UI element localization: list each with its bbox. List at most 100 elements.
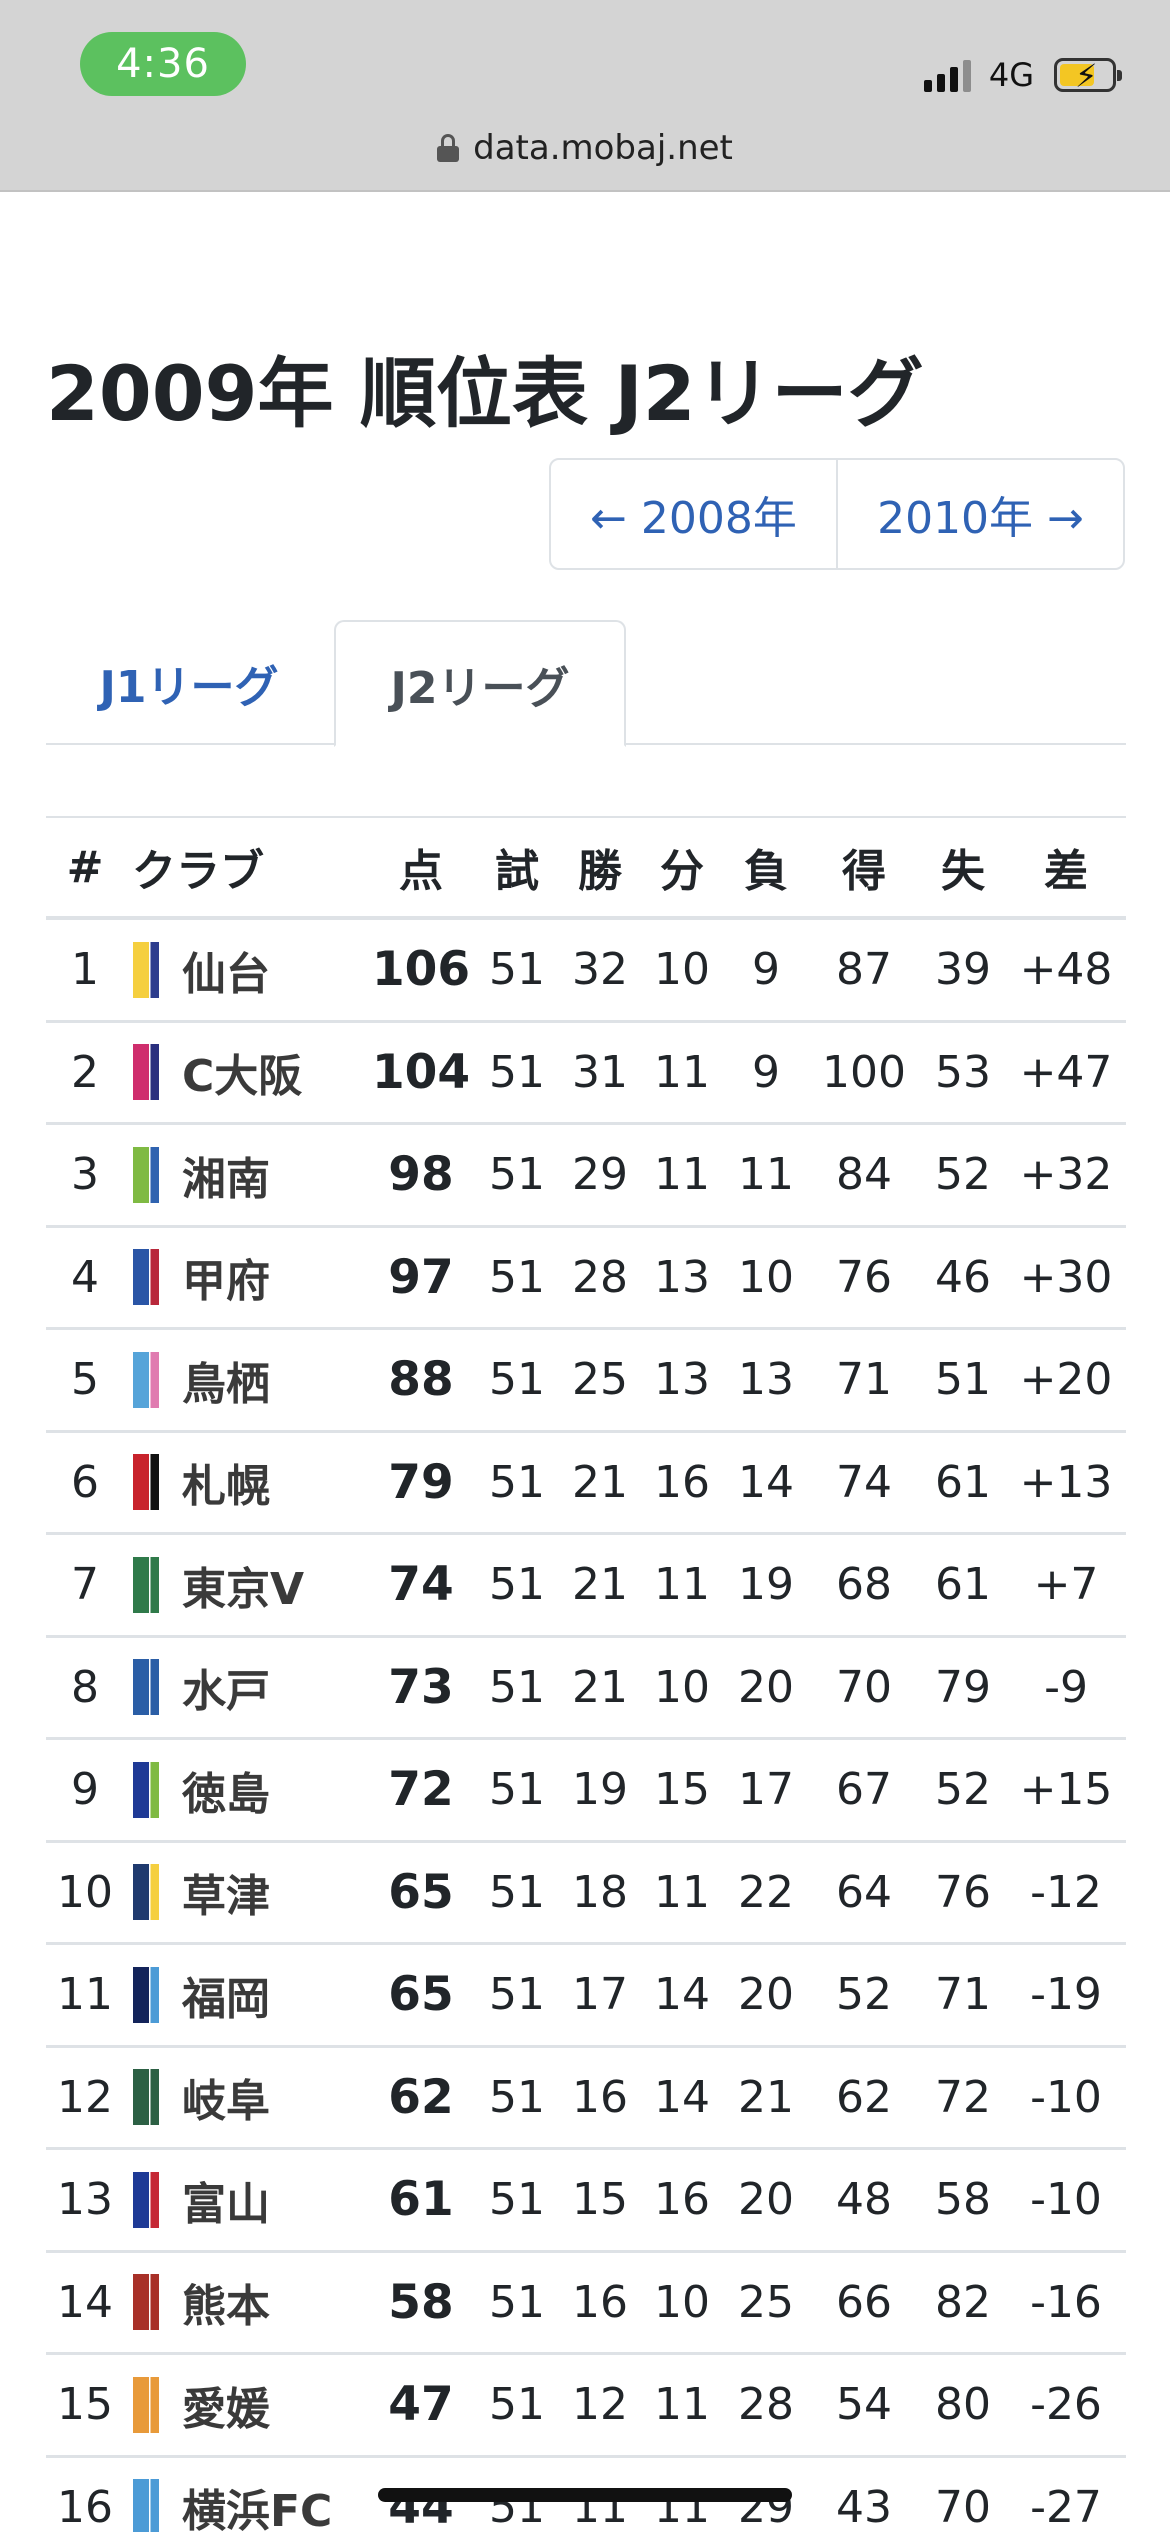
row-wins: 31 [572,1046,628,1098]
row-draws: 11 [654,1866,710,1918]
row-goal-difference: +30 [1019,1251,1113,1303]
previous-year-button[interactable]: ← 2008年 [551,460,836,568]
row-games-played: 51 [489,1866,545,1918]
row-losses: 28 [738,2379,794,2431]
row-games-played: 51 [489,1354,545,1406]
row-rank: 3 [71,1149,99,1201]
row-rank: 8 [71,1661,99,1713]
row-goals-against: 52 [935,1764,991,1816]
table-row: 6 札幌 79 51 21 16 14 74 61 +13 [46,1433,1126,1535]
row-goals-for: 67 [836,1764,892,1816]
row-draws: 11 [654,1149,710,1201]
row-club-name[interactable]: 鳥栖 [168,1348,368,1412]
row-club-name[interactable]: 徳島 [168,1758,368,1822]
row-rank: 16 [57,2481,113,2532]
club-color-swatch [133,1556,159,1613]
status-time[interactable]: 4:36 [80,32,246,96]
row-games-played: 51 [489,1969,545,2021]
row-points: 65 [388,1864,454,1920]
header-games-played[interactable]: 試 [474,835,560,899]
row-club-name[interactable]: 福岡 [168,1963,368,2027]
row-draws: 14 [654,2071,710,2123]
row-goal-difference: +48 [1019,944,1113,996]
club-color-badge [124,2274,168,2331]
row-losses: 13 [738,1354,794,1406]
row-wins: 18 [572,1866,628,1918]
row-goal-difference: -10 [1030,2071,1102,2123]
club-color-badge [124,1864,168,1921]
row-losses: 11 [738,1149,794,1201]
header-wins[interactable]: 勝 [560,835,640,899]
tab-j1-league[interactable]: J1リーグ [46,620,332,745]
header-goals-for[interactable]: 得 [808,835,920,899]
row-goals-for: 64 [836,1866,892,1918]
row-goals-against: 51 [935,1354,991,1406]
home-indicator[interactable] [378,2488,792,2502]
next-year-button[interactable]: 2010年 → [836,460,1123,568]
row-wins: 25 [572,1354,628,1406]
row-club-name[interactable]: 湘南 [168,1143,368,1207]
header-draws[interactable]: 分 [640,835,724,899]
header-rank[interactable]: # [46,842,124,893]
row-draws: 10 [654,944,710,996]
club-color-swatch [133,1761,159,1818]
row-club-name[interactable]: 横浜FC [168,2475,368,2532]
row-rank: 14 [57,2276,113,2328]
club-color-badge [124,2479,168,2532]
row-losses: 19 [738,1559,794,1611]
row-wins: 16 [572,2071,628,2123]
header-points[interactable]: 点 [368,835,474,899]
row-losses: 10 [738,1251,794,1303]
header-losses[interactable]: 負 [724,835,808,899]
header-club[interactable]: クラブ [124,835,368,899]
club-color-swatch [133,1864,159,1921]
row-club-name[interactable]: 仙台 [168,938,368,1002]
row-losses: 14 [738,1456,794,1508]
row-club-name[interactable]: 岐阜 [168,2065,368,2129]
row-club-name[interactable]: 札幌 [168,1450,368,1514]
row-points: 61 [388,2172,454,2228]
row-draws: 15 [654,1764,710,1816]
row-goals-against: 82 [935,2276,991,2328]
row-rank: 12 [57,2071,113,2123]
row-goals-against: 53 [935,1046,991,1098]
row-rank: 1 [71,944,99,996]
row-club-name[interactable]: 草津 [168,1860,368,1924]
club-color-swatch [133,2479,159,2532]
row-club-name[interactable]: 富山 [168,2168,368,2232]
battery-charging-icon: ⚡ [1054,57,1122,95]
url-bar[interactable]: data.mobaj.net [0,124,1170,172]
row-wins: 29 [572,1149,628,1201]
row-goals-for: 76 [836,1251,892,1303]
row-club-name[interactable]: 水戸 [168,1655,368,1719]
page-title: 2009年 順位表 J2リーグ [46,349,924,438]
row-games-played: 51 [489,1559,545,1611]
row-club-name[interactable]: 東京V [168,1553,368,1617]
row-goal-difference: +15 [1019,1764,1113,1816]
row-goal-difference: -12 [1030,1866,1102,1918]
row-points: 79 [388,1454,454,1510]
row-club-name[interactable]: C大阪 [168,1040,368,1104]
row-goals-for: 43 [836,2481,892,2532]
tab-j2-league[interactable]: J2リーグ [334,620,626,747]
table-row: 9 徳島 72 51 19 15 17 67 52 +15 [46,1740,1126,1843]
row-club-name[interactable]: 甲府 [168,1245,368,1309]
row-club-name[interactable]: 愛媛 [168,2373,368,2437]
row-goal-difference: +13 [1019,1456,1113,1508]
row-goals-for: 52 [836,1969,892,2021]
header-goals-against[interactable]: 失 [920,835,1006,899]
row-games-played: 51 [489,1251,545,1303]
table-row: 14 熊本 58 51 16 10 25 66 82 -16 [46,2253,1126,2355]
club-color-swatch [133,1454,159,1511]
table-row: 3 湘南 98 51 29 11 11 84 52 +32 [46,1125,1126,1228]
row-goal-difference: -16 [1030,2276,1102,2328]
row-goals-against: 58 [935,2174,991,2226]
table-row: 12 岐阜 62 51 16 14 21 62 72 -10 [46,2048,1126,2150]
row-rank: 7 [71,1559,99,1611]
row-goal-difference: +20 [1019,1354,1113,1406]
header-goal-difference[interactable]: 差 [1006,835,1126,899]
row-points: 62 [388,2069,454,2125]
row-points: 97 [388,1249,454,1305]
row-club-name[interactable]: 熊本 [168,2270,368,2334]
row-points: 47 [388,2377,454,2433]
